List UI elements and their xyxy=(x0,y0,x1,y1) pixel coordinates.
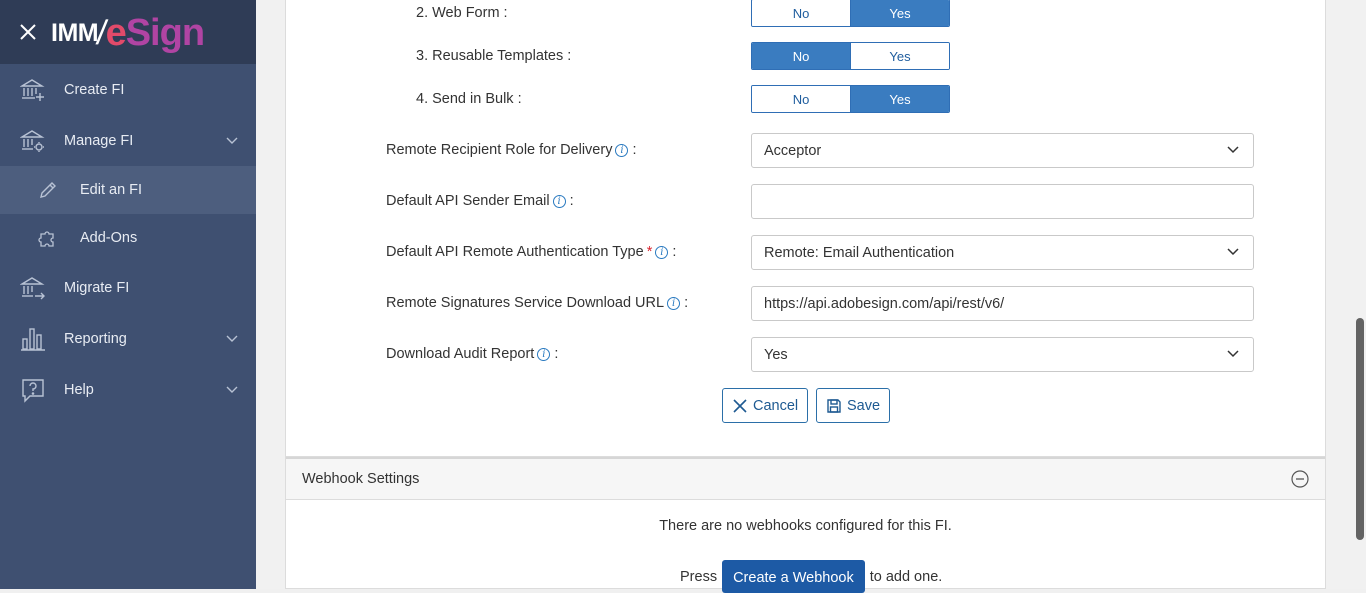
audit-report-select[interactable]: Yes xyxy=(751,337,1254,372)
info-icon[interactable]: i xyxy=(667,296,681,310)
app-logo: IMM / eSign xyxy=(51,8,205,58)
webhook-settings-title: Webhook Settings xyxy=(302,471,420,487)
logo-esign-text: eSign xyxy=(106,11,205,55)
sidebar-item-manage-fi[interactable]: Manage FI xyxy=(0,116,256,166)
webhook-settings-header[interactable]: Webhook Settings xyxy=(286,457,1325,500)
bar-chart-icon xyxy=(21,328,45,351)
label-colon: : xyxy=(672,244,677,260)
sidebar-item-create-fi[interactable]: Create FI xyxy=(0,65,256,115)
audit-report-label-text: Download Audit Report xyxy=(386,346,535,362)
audit-report-value: Yes xyxy=(764,346,788,363)
auth-type-label: Default API Remote Authentication Type *… xyxy=(386,244,676,260)
save-button[interactable]: Save xyxy=(816,388,890,423)
chevron-down-icon xyxy=(226,335,238,342)
send-in-bulk-label: 4. Send in Bulk : xyxy=(416,91,522,107)
sender-email-label-text: Default API Sender Email xyxy=(386,193,550,209)
sidebar-item-label: Add-Ons xyxy=(80,230,138,246)
reusable-templates-toggle: No Yes xyxy=(751,42,950,70)
sidebar-item-label: Manage FI xyxy=(64,133,134,149)
info-icon[interactable]: i xyxy=(615,143,629,157)
label-colon: : xyxy=(554,346,559,362)
sender-email-input[interactable] xyxy=(751,184,1254,219)
page-scrollbar[interactable] xyxy=(1354,0,1366,589)
chevron-down-icon xyxy=(226,137,238,144)
help-bubble-icon xyxy=(22,379,44,403)
label-colon: : xyxy=(684,295,689,311)
required-mark: * xyxy=(646,244,653,260)
webhook-settings-panel: Webhook Settings There are no webhooks c… xyxy=(285,456,1326,593)
close-icon xyxy=(733,398,747,413)
pencil-icon xyxy=(40,182,56,198)
reusable-templates-yes-option[interactable]: Yes xyxy=(850,43,949,69)
bank-settings-icon xyxy=(20,130,45,152)
collapse-circle-icon[interactable] xyxy=(1291,470,1309,488)
settings-panel: 2. Web Form : No Yes 3. Reusable Templat… xyxy=(285,0,1326,457)
remote-role-value: Acceptor xyxy=(764,142,822,159)
sidebar-item-add-ons[interactable]: Add-Ons xyxy=(0,214,256,262)
send-in-bulk-yes-option[interactable]: Yes xyxy=(850,86,949,112)
chevron-down-icon xyxy=(1227,248,1239,256)
web-form-label: 2. Web Form : xyxy=(416,5,508,21)
webhook-empty-message: There are no webhooks configured for thi… xyxy=(659,518,952,534)
close-icon[interactable] xyxy=(18,22,38,42)
press-text: Press xyxy=(680,568,718,585)
reusable-templates-no-option[interactable]: No xyxy=(752,43,850,69)
label-colon: : xyxy=(632,142,637,158)
auth-type-label-text: Default API Remote Authentication Type xyxy=(386,244,644,260)
remote-role-label-text: Remote Recipient Role for Delivery xyxy=(386,142,613,158)
download-url-input[interactable]: https://api.adobesign.com/api/rest/v6/ xyxy=(751,286,1254,321)
floppy-disk-icon xyxy=(827,398,841,413)
info-icon[interactable]: i xyxy=(655,245,669,259)
main-content: 2. Web Form : No Yes 3. Reusable Templat… xyxy=(256,0,1354,593)
sidebar-item-label: Reporting xyxy=(64,331,127,347)
web-form-no-option[interactable]: No xyxy=(752,0,850,26)
sidebar-header: IMM / eSign xyxy=(0,0,256,64)
create-webhook-button[interactable]: Create a Webhook xyxy=(722,560,865,593)
to-add-one-text: to add one. xyxy=(869,568,943,585)
chevron-down-icon xyxy=(1227,350,1239,358)
web-form-yes-option[interactable]: Yes xyxy=(850,0,949,26)
sidebar-item-label: Edit an FI xyxy=(80,182,143,198)
sidebar-item-label: Migrate FI xyxy=(64,280,130,296)
puzzle-icon xyxy=(38,231,54,247)
sidebar-item-migrate-fi[interactable]: Migrate FI xyxy=(0,263,256,313)
chevron-down-icon xyxy=(226,386,238,393)
logo-imm-text: IMM xyxy=(51,18,99,47)
label-colon: : xyxy=(569,193,574,209)
save-button-label: Save xyxy=(847,397,881,414)
download-url-label: Remote Signatures Service Download URL i… xyxy=(386,295,688,311)
bank-add-icon xyxy=(20,79,45,101)
sidebar-item-edit-fi[interactable]: Edit an FI xyxy=(0,166,256,214)
webhook-create-row: Press Create a Webhook to add one. xyxy=(680,560,942,593)
remote-role-label: Remote Recipient Role for Delivery i : xyxy=(386,142,636,158)
download-url-value: https://api.adobesign.com/api/rest/v6/ xyxy=(764,295,1005,312)
send-in-bulk-no-option[interactable]: No xyxy=(752,86,850,112)
info-icon[interactable]: i xyxy=(537,347,551,361)
sender-email-label: Default API Sender Email i : xyxy=(386,193,574,209)
sidebar: IMM / eSign Create FI Manage FI Edit an FI… xyxy=(0,0,256,589)
cancel-button-label: Cancel xyxy=(753,397,799,414)
auth-type-value: Remote: Email Authentication xyxy=(764,244,955,261)
sidebar-item-help[interactable]: Help xyxy=(0,365,256,415)
info-icon[interactable]: i xyxy=(552,194,566,208)
cancel-button[interactable]: Cancel xyxy=(722,388,808,423)
web-form-toggle: No Yes xyxy=(751,0,950,27)
sidebar-item-reporting[interactable]: Reporting xyxy=(0,314,256,364)
sidebar-item-label: Help xyxy=(64,382,94,398)
scrollbar-thumb[interactable] xyxy=(1356,318,1364,540)
chevron-down-icon xyxy=(1227,146,1239,154)
bank-migrate-icon xyxy=(20,277,45,300)
auth-type-select[interactable]: Remote: Email Authentication xyxy=(751,235,1254,270)
audit-report-label: Download Audit Report i : xyxy=(386,346,558,362)
logo-sign: Sign xyxy=(125,11,205,54)
remote-role-select[interactable]: Acceptor xyxy=(751,133,1254,168)
download-url-label-text: Remote Signatures Service Download URL xyxy=(386,295,665,311)
reusable-templates-label: 3. Reusable Templates : xyxy=(416,48,572,64)
send-in-bulk-toggle: No Yes xyxy=(751,85,950,113)
sidebar-item-label: Create FI xyxy=(64,82,125,98)
